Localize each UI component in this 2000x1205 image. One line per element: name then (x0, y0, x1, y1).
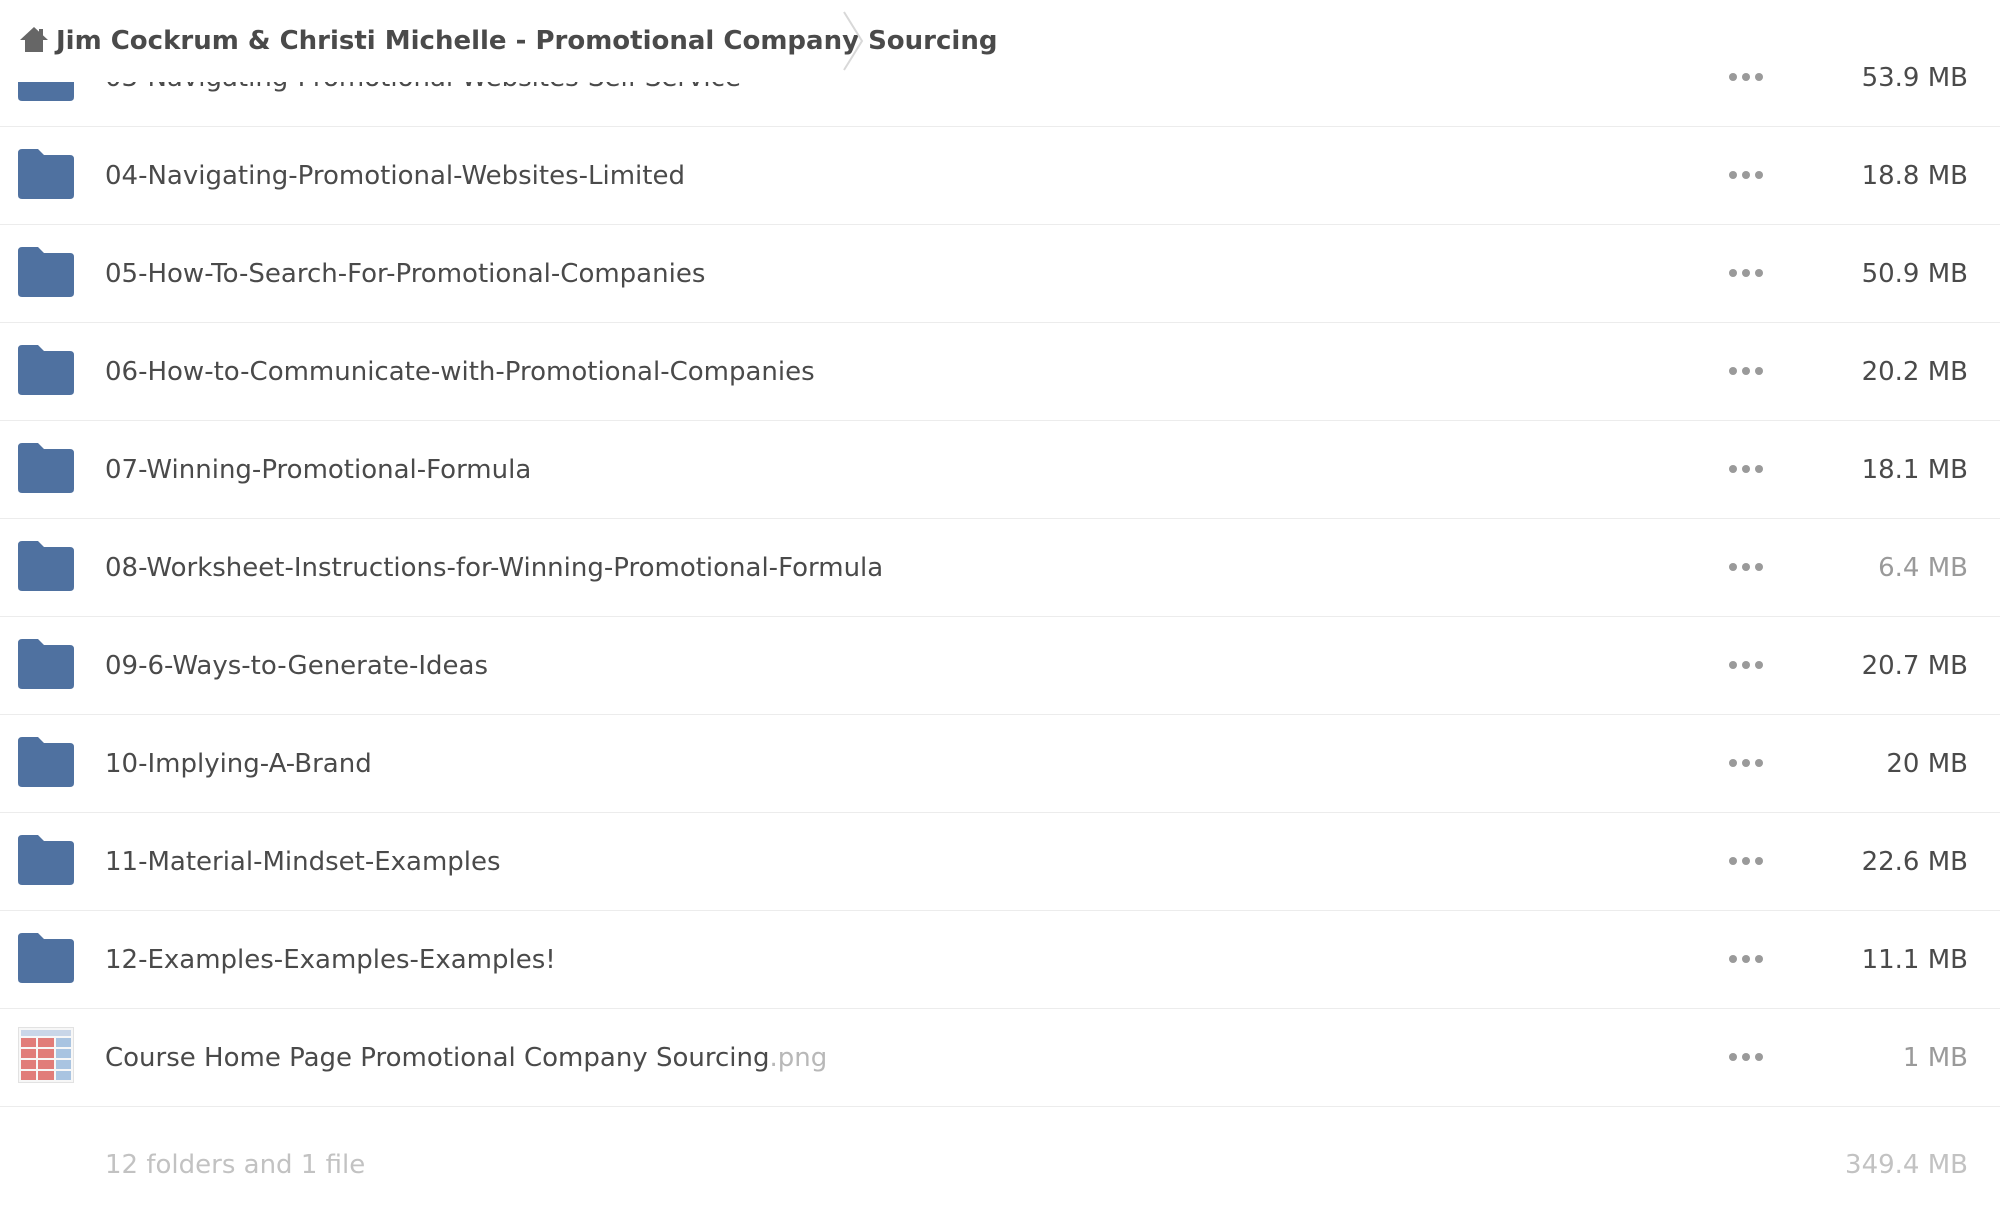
folder-icon (18, 149, 74, 199)
list-item[interactable]: 05-How-To-Search-For-Promotional-Compani… (0, 225, 2000, 323)
image-thumbnail (18, 1027, 74, 1083)
more-dots-icon[interactable] (1729, 851, 1763, 871)
item-name[interactable]: 12-Examples-Examples-Examples! (105, 911, 556, 1009)
more-dots-icon[interactable] (1729, 459, 1763, 479)
home-icon[interactable] (18, 23, 50, 55)
item-size: 11.1 MB (1861, 945, 1968, 975)
list-item[interactable]: 09-6-Ways-to-Generate-Ideas 20.7 MB (0, 617, 2000, 715)
more-dots-icon[interactable] (1729, 165, 1763, 185)
more-dots-icon[interactable] (1729, 949, 1763, 969)
folder-summary: 12 folders and 1 file 349.4 MB (0, 1130, 2000, 1205)
more-dots-icon[interactable] (1729, 655, 1763, 675)
list-item[interactable]: Course Home Page Promotional Company Sou… (0, 1009, 2000, 1107)
item-name[interactable]: 06-How-to-Communicate-with-Promotional-C… (105, 323, 815, 421)
folder-icon (18, 247, 74, 297)
folder-icon (18, 835, 74, 885)
folder-icon (18, 541, 74, 591)
item-size: 20 MB (1886, 749, 1968, 779)
list-item[interactable]: 11-Material-Mindset-Examples 22.6 MB (0, 813, 2000, 911)
list-item[interactable]: 10-Implying-A-Brand 20 MB (0, 715, 2000, 813)
folder-icon (18, 443, 74, 493)
list-item[interactable]: 04-Navigating-Promotional-Websites-Limit… (0, 127, 2000, 225)
item-size: 22.6 MB (1861, 847, 1968, 877)
item-size: 18.1 MB (1861, 455, 1968, 485)
item-name[interactable]: 09-6-Ways-to-Generate-Ideas (105, 617, 488, 715)
item-name[interactable]: 07-Winning-Promotional-Formula (105, 421, 531, 519)
folder-icon (18, 933, 74, 983)
item-count: 12 folders and 1 file (105, 1150, 366, 1180)
breadcrumb-item-current[interactable]: Jim Cockrum & Christi Michelle - Promoti… (0, 0, 1046, 82)
item-name[interactable]: 08-Worksheet-Instructions-for-Winning-Pr… (105, 519, 883, 617)
item-size: 20.2 MB (1861, 357, 1968, 387)
item-size: 1 MB (1902, 1043, 1968, 1073)
folder-icon (18, 345, 74, 395)
breadcrumb: Jim Cockrum & Christi Michelle - Promoti… (0, 0, 2000, 82)
list-item[interactable]: 08-Worksheet-Instructions-for-Winning-Pr… (0, 519, 2000, 617)
item-size: 50.9 MB (1861, 259, 1968, 289)
list-item[interactable]: 06-How-to-Communicate-with-Promotional-C… (0, 323, 2000, 421)
item-name[interactable]: Course Home Page Promotional Company Sou… (105, 1009, 827, 1107)
breadcrumb-chevron-icon (843, 11, 864, 71)
item-name[interactable]: 04-Navigating-Promotional-Websites-Limit… (105, 127, 685, 225)
item-size: 20.7 MB (1861, 651, 1968, 681)
item-name[interactable]: 05-How-To-Search-For-Promotional-Compani… (105, 225, 705, 323)
more-dots-icon[interactable] (1729, 753, 1763, 773)
item-size: 18.8 MB (1861, 161, 1968, 191)
list-item[interactable]: 12-Examples-Examples-Examples! 11.1 MB (0, 911, 2000, 1009)
total-size: 349.4 MB (1845, 1150, 1968, 1180)
folder-icon (18, 639, 74, 689)
item-name[interactable]: 11-Material-Mindset-Examples (105, 813, 501, 911)
more-dots-icon[interactable] (1729, 557, 1763, 577)
item-name[interactable]: 10-Implying-A-Brand (105, 715, 372, 813)
item-size: 6.4 MB (1878, 553, 1968, 583)
more-dots-icon[interactable] (1729, 361, 1763, 381)
folder-icon (18, 737, 74, 787)
more-dots-icon[interactable] (1729, 263, 1763, 283)
list-item[interactable]: 07-Winning-Promotional-Formula 18.1 MB (0, 421, 2000, 519)
more-dots-icon[interactable] (1729, 1047, 1763, 1067)
